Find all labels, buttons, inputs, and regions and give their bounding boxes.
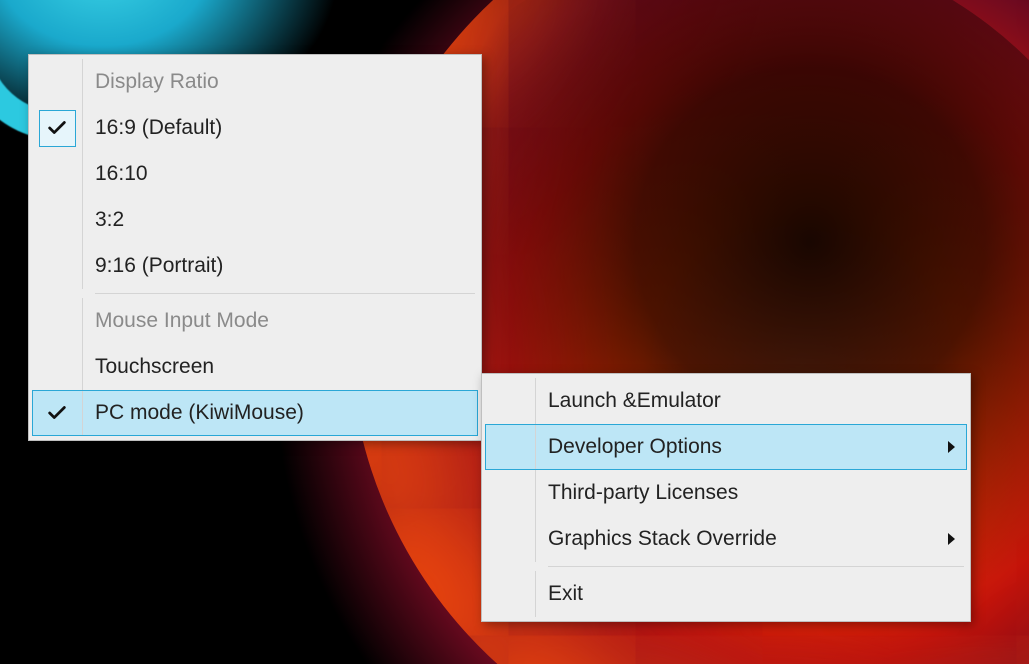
menu-item-developer-options[interactable]: Developer Options (485, 424, 967, 470)
menu-item-label: PC mode (KiwiMouse) (95, 401, 478, 425)
menu-item-pc-mode[interactable]: PC mode (KiwiMouse) (32, 390, 478, 436)
menu-item-label: 16:9 (Default) (95, 116, 478, 140)
submenu-header-mouse-input: Mouse Input Mode (32, 298, 478, 344)
menu-item-label: 3:2 (95, 208, 478, 232)
submenu-header-display-ratio: Display Ratio (32, 59, 478, 105)
menu-divider (548, 566, 964, 567)
menu-divider (95, 293, 475, 294)
menu-item-label: Third-party Licenses (548, 481, 967, 505)
menu-item-label: Graphics Stack Override (548, 527, 937, 551)
menu-item-label: Exit (548, 582, 967, 606)
menu-item-graphics-stack-override[interactable]: Graphics Stack Override (485, 516, 967, 562)
header-label: Display Ratio (95, 70, 478, 94)
menu-item-exit[interactable]: Exit (485, 571, 967, 617)
menu-item-label: Launch &Emulator (548, 389, 967, 413)
menu-item-label: Developer Options (548, 435, 937, 459)
submenu-developer-options: Display Ratio 16:9 (Default) 16:10 3:2 9… (28, 54, 482, 441)
menu-item-launch-emulator[interactable]: Launch &Emulator (485, 378, 967, 424)
menu-item-ratio-3-2[interactable]: 3:2 (32, 197, 478, 243)
menu-item-label: Touchscreen (95, 355, 478, 379)
menu-item-ratio-9-16[interactable]: 9:16 (Portrait) (32, 243, 478, 289)
submenu-arrow-icon (937, 440, 967, 454)
menu-item-third-party-licenses[interactable]: Third-party Licenses (485, 470, 967, 516)
menu-item-ratio-16-10[interactable]: 16:10 (32, 151, 478, 197)
menu-item-label: 16:10 (95, 162, 478, 186)
menu-item-ratio-16-9[interactable]: 16:9 (Default) (32, 105, 478, 151)
submenu-arrow-icon (937, 532, 967, 546)
check-icon (39, 110, 76, 147)
check-icon (39, 395, 76, 432)
menu-item-label: 9:16 (Portrait) (95, 254, 478, 278)
header-label: Mouse Input Mode (95, 309, 478, 333)
menu-item-touchscreen[interactable]: Touchscreen (32, 344, 478, 390)
context-menu-main: Launch &Emulator Developer Options Third… (481, 373, 971, 622)
